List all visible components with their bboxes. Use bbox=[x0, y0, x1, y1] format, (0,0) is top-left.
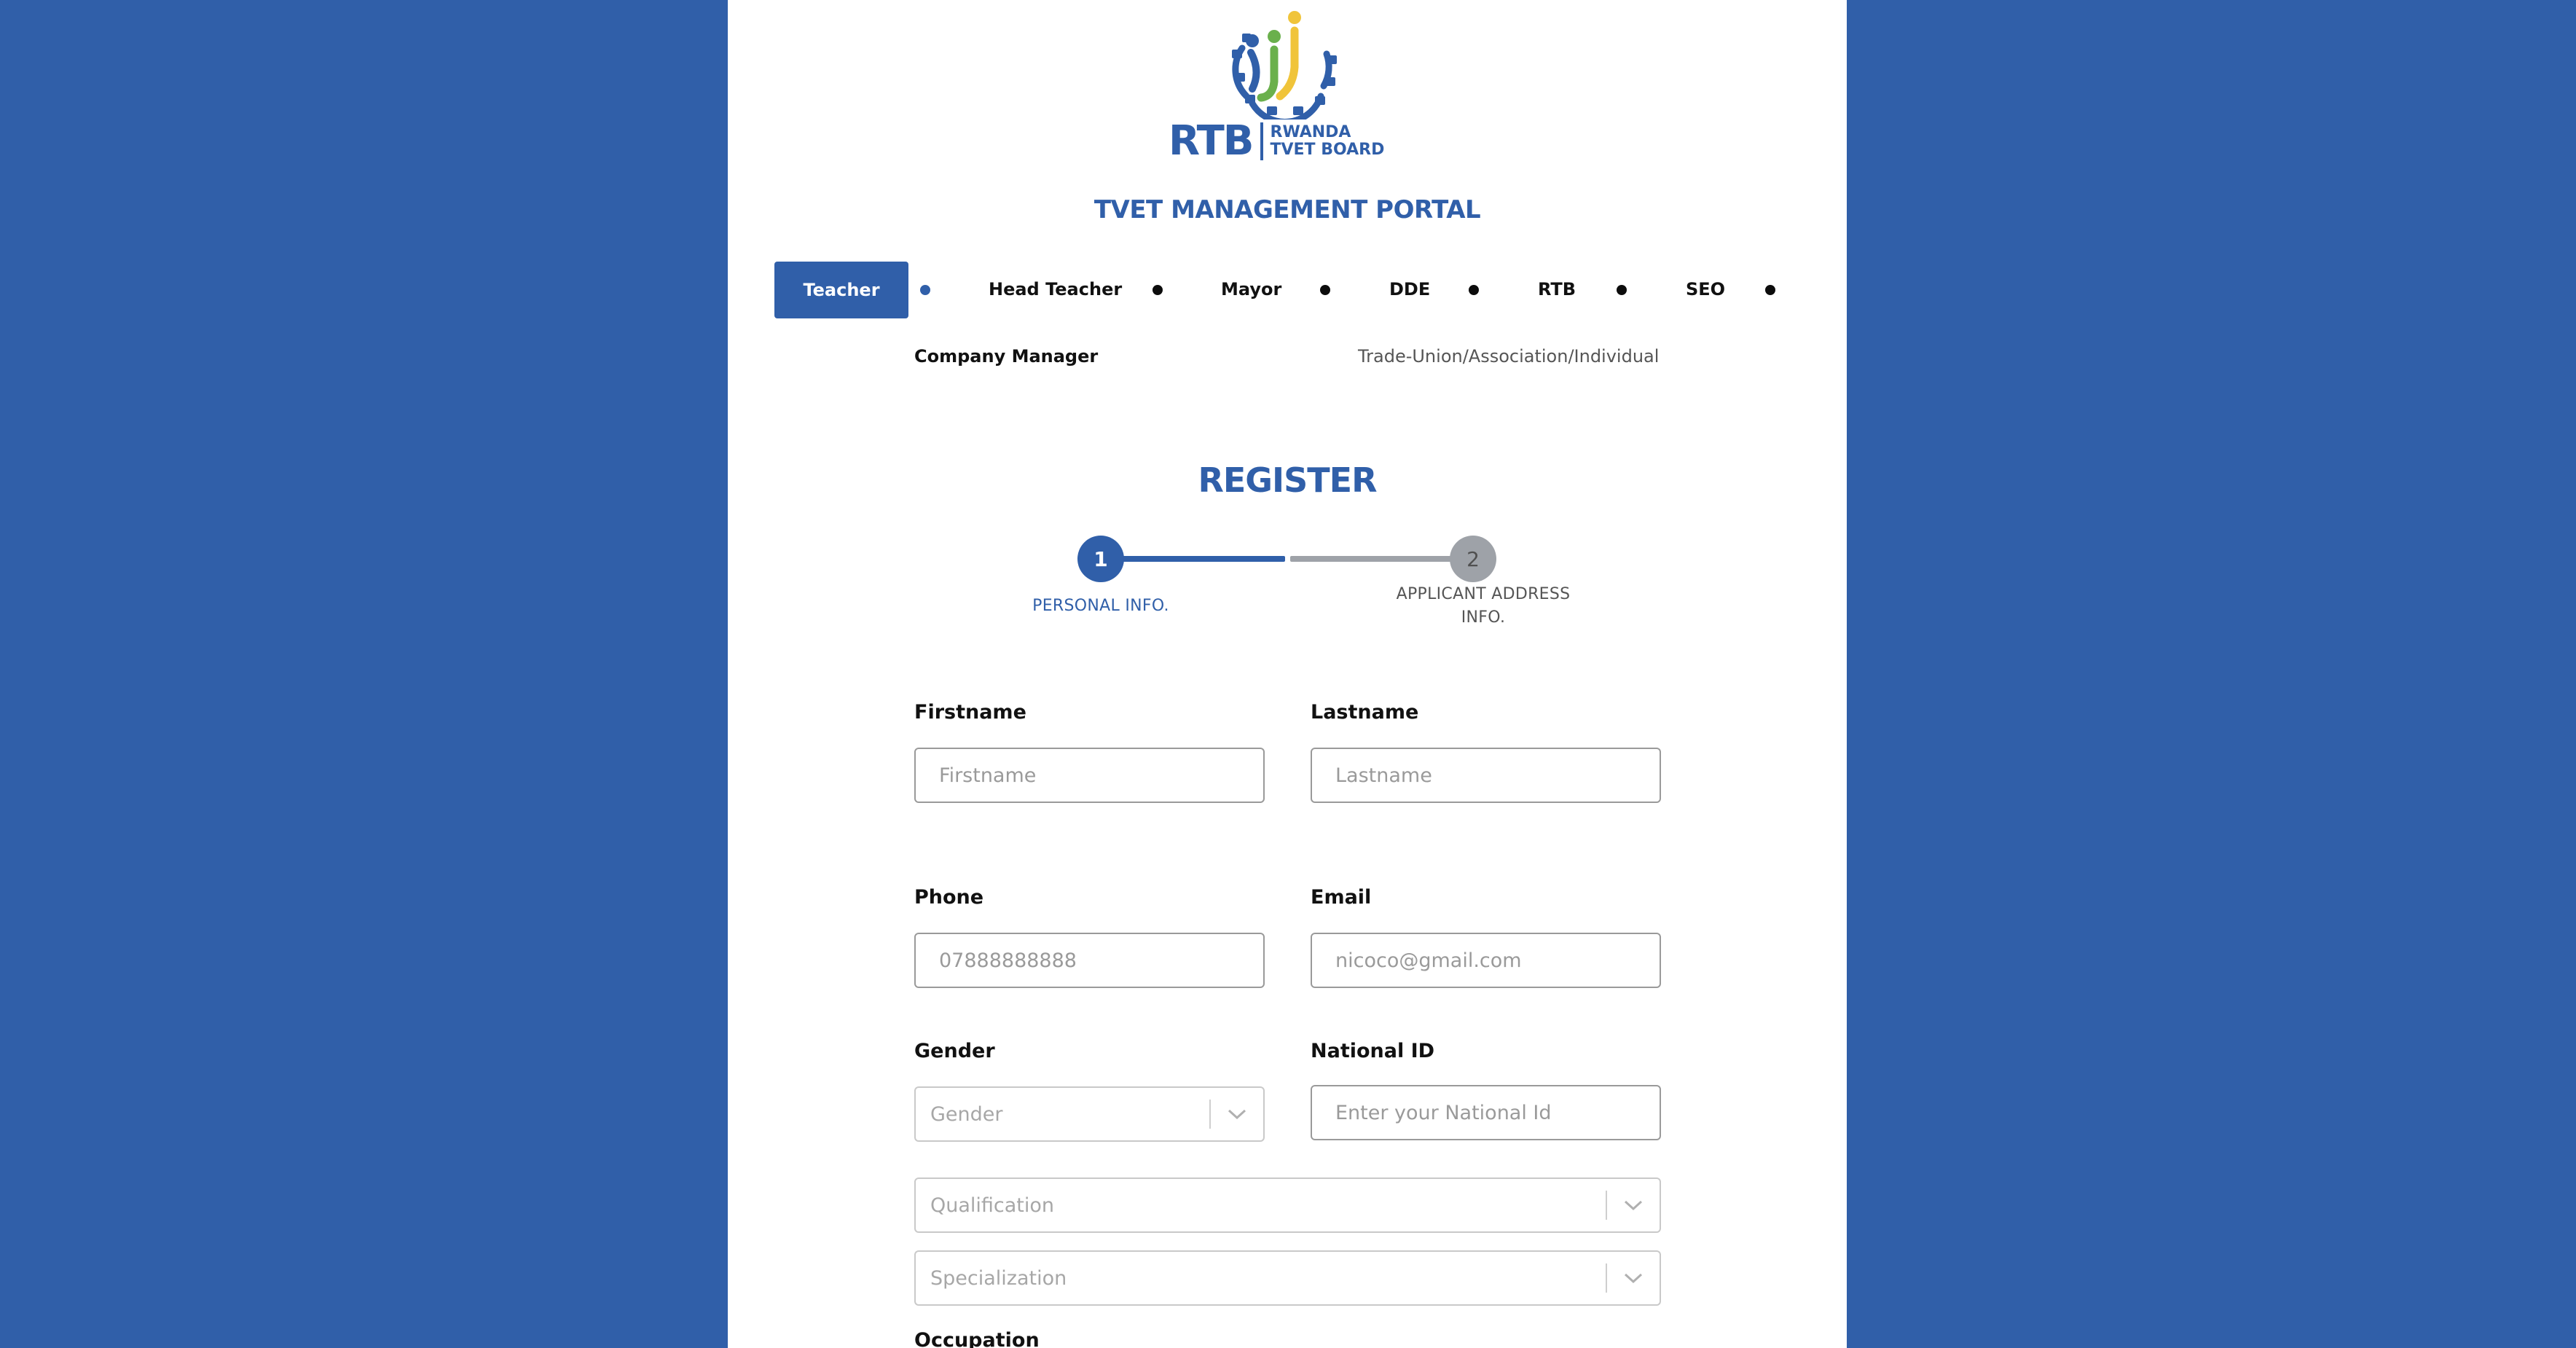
email-label: Email bbox=[1311, 886, 1372, 909]
step-1-label-text: PERSONAL INFO. bbox=[1032, 597, 1169, 615]
role-dot-mayor bbox=[1320, 285, 1330, 295]
step-1-circle[interactable]: 1 bbox=[1077, 536, 1124, 582]
step-2-label: APPLICANT ADDRESS INFO. bbox=[1385, 583, 1582, 630]
registration-panel: RTB RWANDA TVET BOARD TVET MANAGEMENT PO… bbox=[728, 0, 1847, 1348]
specialization-select[interactable]: Specialization bbox=[914, 1250, 1661, 1306]
phone-input[interactable] bbox=[914, 933, 1265, 988]
brand-line-2: TVET BOARD bbox=[1270, 141, 1385, 159]
tab-teacher[interactable]: Teacher bbox=[774, 262, 908, 318]
gender-label: Gender bbox=[914, 1040, 995, 1062]
qualification-select[interactable]: Qualification bbox=[914, 1177, 1661, 1233]
phone-label: Phone bbox=[914, 886, 984, 909]
tab-dde[interactable]: DDE bbox=[1389, 279, 1430, 299]
tab-head-teacher-label: Head Teacher bbox=[989, 279, 1123, 299]
step-1-number: 1 bbox=[1093, 546, 1108, 571]
tab-company-manager-label: Company Manager bbox=[914, 346, 1099, 367]
chevron-down-icon[interactable] bbox=[1607, 1250, 1660, 1306]
firstname-input[interactable] bbox=[914, 748, 1265, 803]
firstname-label: Firstname bbox=[914, 701, 1026, 724]
tab-seo-label: SEO bbox=[1686, 279, 1726, 299]
step-line-pending bbox=[1290, 556, 1453, 562]
step-2-circle[interactable]: 2 bbox=[1450, 536, 1496, 582]
tab-trade-union[interactable]: Trade-Union/Association/Individual bbox=[1358, 346, 1659, 367]
role-dot-seo bbox=[1765, 285, 1775, 295]
qualification-select-placeholder: Qualification bbox=[930, 1194, 1055, 1217]
tab-company-manager[interactable]: Company Manager bbox=[914, 346, 1098, 367]
rtb-brand-text: RTB RWANDA TVET BOARD bbox=[1169, 115, 1409, 168]
rtb-gear-logo-icon bbox=[1232, 11, 1337, 125]
tab-teacher-label: Teacher bbox=[803, 280, 880, 300]
occupation-label: Occupation bbox=[914, 1329, 1040, 1348]
chevron-down-icon[interactable] bbox=[1211, 1086, 1263, 1142]
step-2-label-line-1: APPLICANT ADDRESS bbox=[1396, 585, 1571, 603]
brand-abbreviation: RTB bbox=[1169, 117, 1254, 165]
lastname-label: Lastname bbox=[1311, 701, 1419, 724]
national-id-label: National ID bbox=[1311, 1040, 1435, 1062]
step-1-label: PERSONAL INFO. bbox=[1006, 595, 1195, 618]
portal-title: TVET MANAGEMENT PORTAL bbox=[1093, 195, 1481, 224]
step-line-completed bbox=[1121, 556, 1285, 562]
lastname-input[interactable] bbox=[1311, 748, 1661, 803]
role-dot-head-teacher bbox=[1152, 285, 1163, 295]
tab-rtb[interactable]: RTB bbox=[1538, 279, 1576, 299]
tab-rtb-label: RTB bbox=[1538, 279, 1576, 299]
gender-select-placeholder: Gender bbox=[930, 1102, 1003, 1126]
step-2-label-line-2: INFO. bbox=[1461, 608, 1506, 627]
register-title: REGISTER bbox=[1198, 461, 1377, 500]
tab-head-teacher[interactable]: Head Teacher bbox=[989, 279, 1122, 299]
gender-select[interactable]: Gender bbox=[914, 1086, 1265, 1142]
email-input[interactable] bbox=[1311, 933, 1661, 988]
role-dot-teacher bbox=[920, 285, 930, 295]
brand-line-1: RWANDA bbox=[1270, 123, 1351, 141]
brand-fullname: RWANDA TVET BOARD bbox=[1271, 124, 1385, 159]
step-2-number: 2 bbox=[1466, 546, 1480, 571]
tab-mayor-label: Mayor bbox=[1221, 279, 1282, 299]
brand-divider bbox=[1260, 122, 1263, 160]
role-dot-dde bbox=[1469, 285, 1479, 295]
specialization-select-placeholder: Specialization bbox=[930, 1266, 1067, 1290]
tab-dde-label: DDE bbox=[1389, 279, 1431, 299]
tab-trade-union-label: Trade-Union/Association/Individual bbox=[1358, 346, 1660, 367]
role-dot-rtb bbox=[1617, 285, 1627, 295]
national-id-input[interactable] bbox=[1311, 1085, 1661, 1140]
tab-seo[interactable]: SEO bbox=[1686, 279, 1725, 299]
chevron-down-icon[interactable] bbox=[1607, 1177, 1660, 1233]
tab-mayor[interactable]: Mayor bbox=[1221, 279, 1281, 299]
